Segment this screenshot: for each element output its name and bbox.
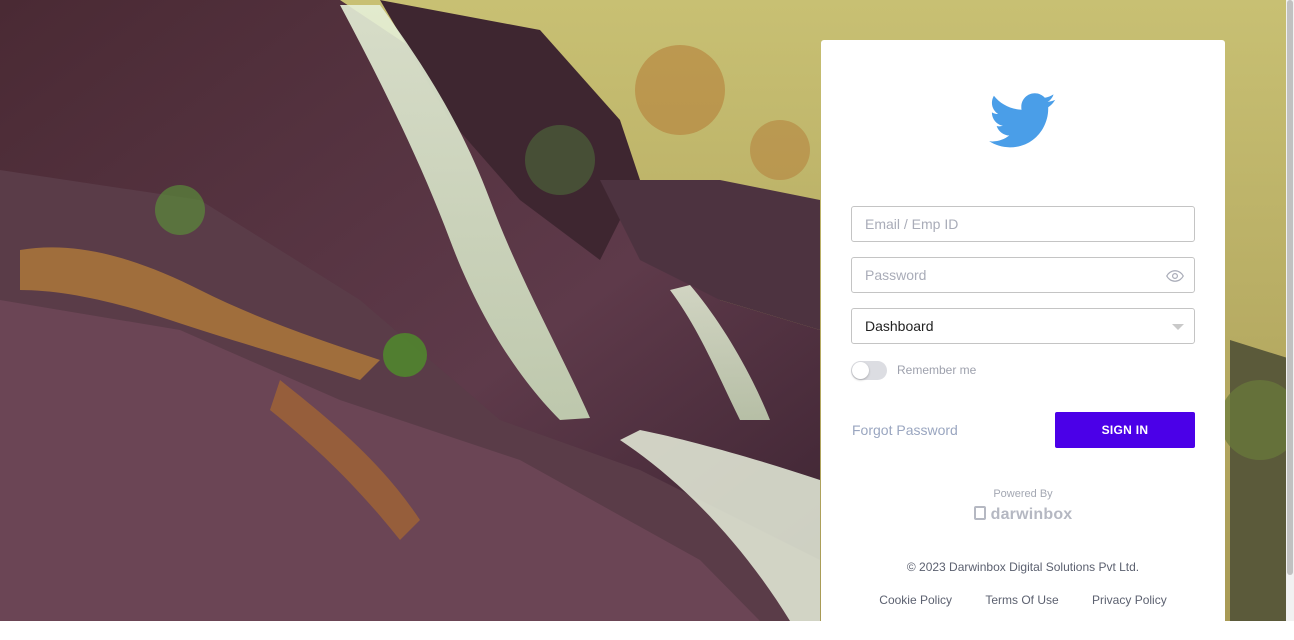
chevron-down-icon[interactable] — [1172, 324, 1184, 330]
sign-in-button[interactable]: SIGN IN — [1055, 412, 1195, 448]
footer-links: Cookie Policy Terms Of Use Privacy Polic… — [821, 593, 1225, 607]
scrollbar-thumb[interactable] — [1287, 0, 1293, 575]
darwinbox-brand: darwinbox — [821, 506, 1225, 524]
password-input[interactable] — [852, 258, 1165, 292]
copyright-text: © 2023 Darwinbox Digital Solutions Pvt L… — [906, 560, 1140, 574]
cookie-policy-link[interactable]: Cookie Policy — [879, 593, 952, 607]
password-field[interactable] — [851, 257, 1195, 293]
email-input[interactable] — [852, 207, 1165, 241]
company-logo — [977, 75, 1069, 167]
eye-icon[interactable] — [1166, 268, 1184, 284]
brand-name: darwinbox — [990, 506, 1073, 523]
module-select[interactable]: Dashboard — [851, 308, 1195, 344]
remember-me-toggle[interactable] — [851, 361, 887, 380]
powered-by-label: Powered By — [993, 488, 1053, 500]
darwinbox-logo-icon — [973, 506, 986, 520]
module-select-value: Dashboard — [865, 318, 934, 334]
email-field[interactable] — [851, 206, 1195, 242]
terms-of-use-link[interactable]: Terms Of Use — [985, 593, 1058, 607]
login-card: Dashboard Remember me Forgot Password SI… — [821, 40, 1225, 640]
twitter-bird-icon — [989, 93, 1056, 148]
forgot-password-link[interactable]: Forgot Password — [852, 422, 958, 438]
toggle-knob — [852, 362, 869, 379]
page-scrollbar[interactable] — [1286, 0, 1294, 621]
remember-me-label: Remember me — [897, 363, 977, 377]
privacy-policy-link[interactable]: Privacy Policy — [1092, 593, 1167, 607]
